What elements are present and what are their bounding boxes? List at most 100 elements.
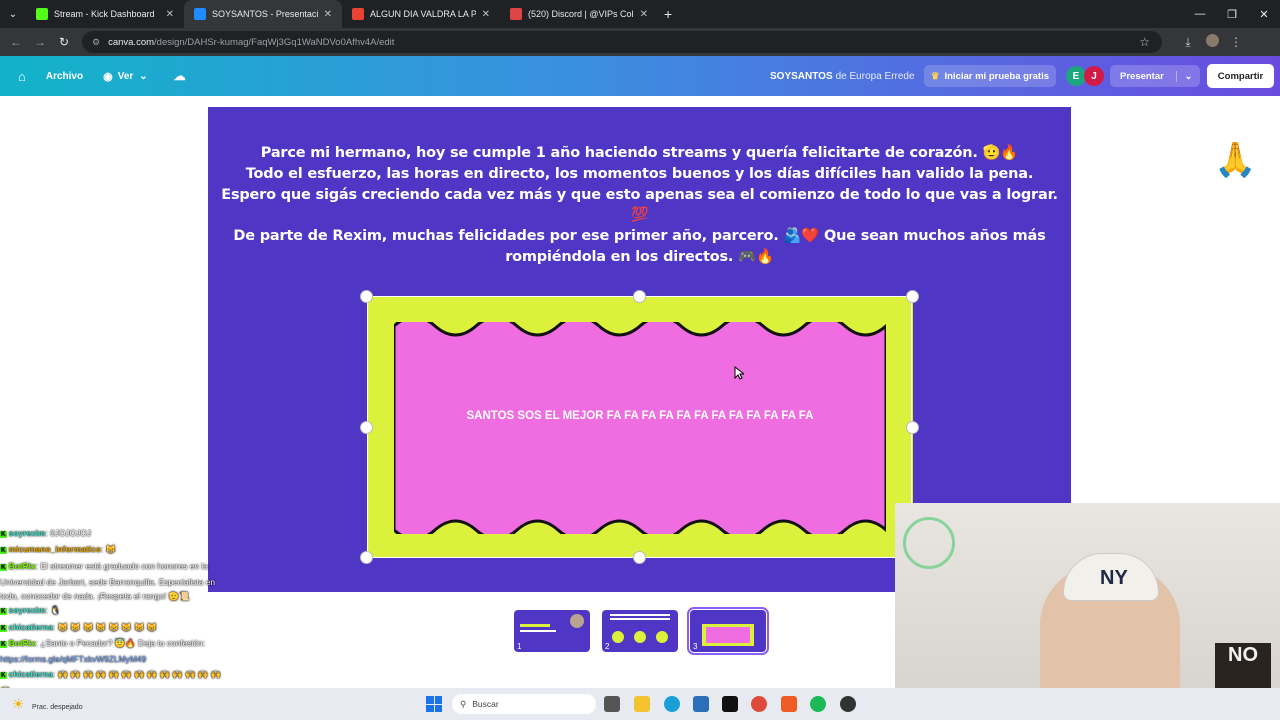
avatar[interactable]: J (1084, 66, 1104, 86)
resize-handle-top-left[interactable] (360, 290, 373, 303)
edge-icon[interactable] (664, 696, 680, 712)
close-tab-icon[interactable]: ✕ (482, 9, 490, 20)
present-button[interactable]: Presentar ⌄ (1110, 65, 1200, 87)
document-title[interactable]: SOYSANTOS de Europa Errede (770, 56, 915, 96)
browser-tab[interactable]: SOYSANTOS - Presentación ✕ (184, 0, 342, 28)
weather-text: Prac. despejado (32, 704, 83, 711)
share-button[interactable]: Compartir (1207, 64, 1274, 88)
chat-message: Ksoyrexim: 0JOJOJOJ (0, 526, 232, 542)
menu-file[interactable]: Archivo (46, 71, 83, 82)
kick-badge-icon: K (0, 671, 7, 679)
chat-username[interactable]: soyrexim (9, 528, 46, 538)
taskbar-search-input[interactable]: ⚲ Buscar (452, 694, 596, 714)
chat-username[interactable]: micumano_informatico (9, 544, 101, 554)
minimize-icon[interactable]: — (1184, 8, 1216, 20)
close-tab-icon[interactable]: ✕ (640, 9, 648, 20)
restore-icon[interactable]: ❐ (1216, 8, 1248, 21)
smiley-sticker (903, 517, 955, 569)
tab-title: SOYSANTOS - Presentación (212, 9, 318, 19)
slide-message-text[interactable]: Parce mi hermano, hoy se cumple 1 año ha… (218, 143, 1061, 268)
url-field[interactable]: ⚙ canva.com/design/DAHSr-kumag/FaqWj3Gq1… (82, 31, 1162, 53)
resize-handle-bottom[interactable] (633, 551, 646, 564)
search-icon: ⚲ (460, 698, 467, 709)
start-trial-button[interactable]: ♛ Iniciar mi prueba gratis (924, 65, 1056, 87)
close-tab-icon[interactable]: ✕ (324, 9, 332, 20)
download-icon[interactable]: ⤓ (1176, 35, 1200, 50)
new-tab-button[interactable]: + (664, 6, 672, 22)
resize-handle-top-right[interactable] (906, 290, 919, 303)
present-label: Presentar (1120, 70, 1164, 82)
chat-text: : 🐧 (45, 605, 61, 616)
windows-taskbar: ☀ Prac. despejado ⚲ Buscar (0, 688, 1280, 720)
chrome-icon[interactable] (751, 696, 767, 712)
browser-tab[interactable]: Stream - Kick Dashboard ✕ (26, 0, 184, 28)
file-explorer-icon[interactable] (634, 696, 650, 712)
chat-text: : 0JOJOJOJ (45, 528, 92, 538)
thumbnail-page-3[interactable]: 3 (687, 607, 769, 655)
home-icon[interactable]: ⌂ (18, 69, 26, 84)
store-icon[interactable] (693, 696, 709, 712)
chat-username[interactable]: BotRix (9, 638, 36, 648)
chat-text: : 😸 (100, 544, 116, 555)
thumbnail-page-1[interactable]: 1 (514, 610, 590, 652)
praying-hands-icon: 🙏 (1214, 141, 1257, 179)
chevron-down-icon: ⌄ (139, 70, 148, 82)
browser-tab[interactable]: ALGUN DIA VALDRA LA PENA. ✕ (342, 0, 500, 28)
kick-badge-icon: K (0, 624, 7, 632)
chat-username[interactable]: chicatierna (9, 622, 53, 632)
bookmark-star-icon[interactable]: ☆ (1139, 35, 1150, 49)
weather-icon[interactable]: ☀ (12, 696, 25, 713)
kick-badge-icon: K (0, 641, 7, 649)
chat-text: : 😸 😸 😸 😸 😸 😸 😸 😸 (52, 621, 158, 632)
menu-view[interactable]: ◉ Ver ⌄ (103, 70, 148, 83)
message-line: De parte de Rexim, muchas felicidades po… (233, 228, 1046, 265)
spotify-icon[interactable] (810, 696, 826, 712)
reload-icon[interactable]: ↻ (52, 35, 76, 49)
start-icon[interactable] (426, 696, 442, 712)
chat-message: Kmicumano_informatico: 😸 (0, 542, 232, 558)
canva-toolbar: ⌂ Archivo ◉ Ver ⌄ ☁ SOYSANTOS de Europa Er… (0, 56, 1280, 96)
doc-title-bold: SOYSANTOS (770, 70, 833, 82)
url-path: /design/DAHSr-kumag/FaqWj3Gq1WaNDVo0Afhv… (154, 36, 395, 48)
task-view-icon[interactable] (604, 696, 620, 712)
mouse-cursor-icon (734, 366, 744, 380)
obs-icon[interactable] (840, 696, 856, 712)
tab-search-chevron-icon[interactable]: ⌄ (0, 9, 26, 20)
avatar[interactable]: E (1066, 66, 1086, 86)
app-y-icon[interactable] (722, 696, 738, 712)
chat-username[interactable]: BotRix (9, 561, 36, 571)
resize-handle-right[interactable] (906, 421, 919, 434)
kick-badge-icon: K (0, 563, 7, 571)
address-bar-row: ← → ↻ ⚙ canva.com/design/DAHSr-kumag/Faq… (0, 28, 1280, 56)
brave-icon[interactable] (781, 696, 797, 712)
cloud-save-icon[interactable]: ☁ (174, 69, 186, 83)
forward-icon[interactable]: → (28, 35, 52, 49)
avatar-letter: J (1091, 70, 1097, 82)
gmail-icon (352, 8, 364, 20)
chat-username[interactable]: soyrexim (9, 605, 46, 615)
menu-view-label: Ver (117, 70, 134, 82)
avatar-letter: E (1072, 70, 1080, 82)
profile-avatar[interactable] (1200, 34, 1224, 50)
chat-link[interactable]: https://forms.gle/qMFTxkvW9ZLMyM49 (0, 654, 146, 664)
chevron-down-icon[interactable]: ⌄ (1176, 70, 1200, 82)
window-controls: — ❐ ✕ (1184, 0, 1280, 28)
thumbnail-page-2[interactable]: 2 (602, 610, 678, 652)
back-icon[interactable]: ← (4, 35, 28, 49)
url-host: canva.com (108, 36, 155, 48)
trial-label: Iniciar mi prueba gratis (944, 70, 1050, 82)
browser-menu-icon[interactable]: ⋮ (1224, 35, 1248, 49)
resize-handle-bottom-left[interactable] (360, 551, 373, 564)
resize-handle-top[interactable] (633, 290, 646, 303)
chat-message: Ksoyrexim: 🐧 (0, 603, 232, 619)
ny-logo: NY (1100, 567, 1128, 589)
close-tab-icon[interactable]: ✕ (166, 9, 174, 20)
tab-title: Stream - Kick Dashboard (54, 9, 155, 19)
browser-tab[interactable]: (520) Discord | @VIPs Collage S ✕ (500, 0, 658, 28)
close-window-icon[interactable]: ✕ (1248, 8, 1280, 21)
eye-icon: ◉ (103, 70, 113, 83)
resize-handle-left[interactable] (360, 421, 373, 434)
site-info-icon[interactable]: ⚙ (92, 37, 100, 48)
kick-badge-icon: K (0, 547, 7, 555)
chat-username[interactable]: chicatierna (9, 669, 53, 679)
